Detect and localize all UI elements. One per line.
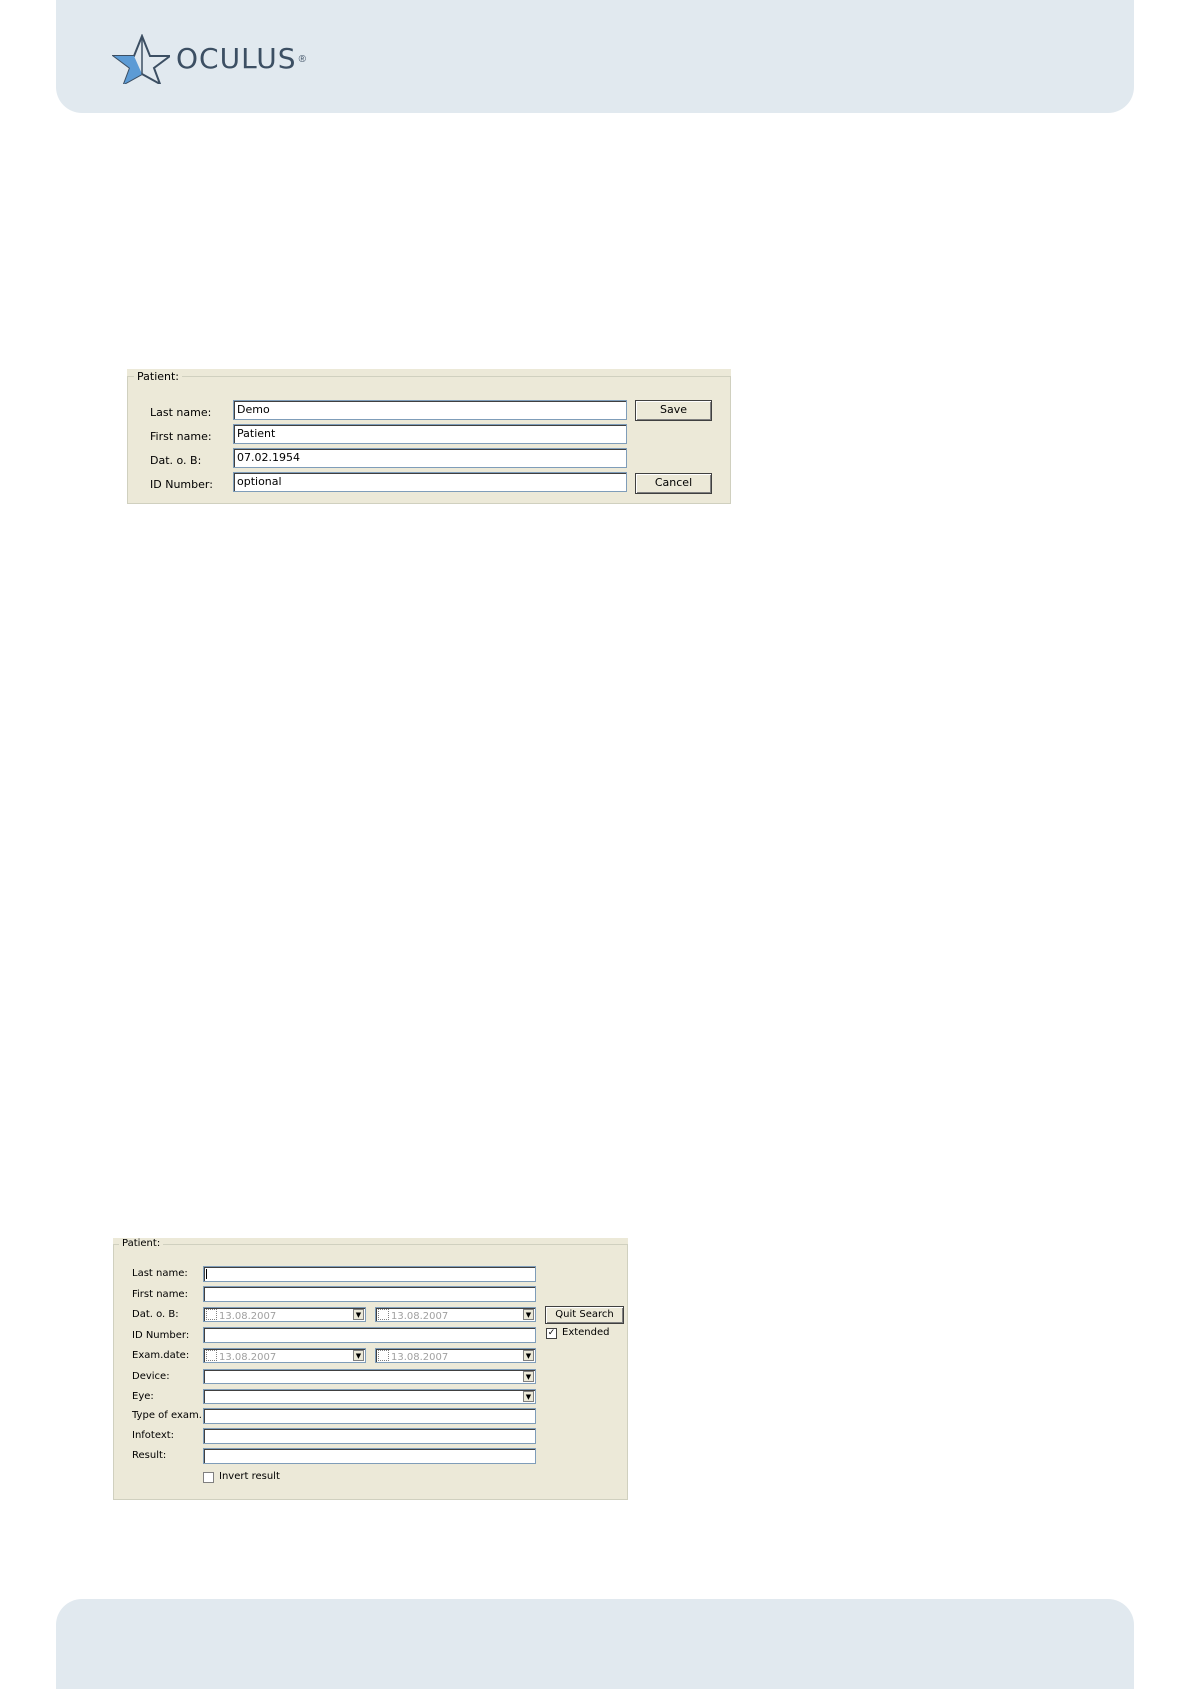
exam-date-from-picker[interactable]: 13.08.2007 ▼ bbox=[203, 1348, 366, 1363]
dob-from-checkbox[interactable] bbox=[206, 1309, 217, 1320]
chevron-down-icon[interactable]: ▼ bbox=[353, 1309, 364, 1320]
dob-from-value: 13.08.2007 bbox=[219, 1311, 277, 1322]
text-caret bbox=[206, 1269, 207, 1279]
chevron-down-icon[interactable]: ▼ bbox=[523, 1371, 534, 1382]
dob-label: Dat. o. B: bbox=[132, 1309, 179, 1320]
save-button[interactable]: Save bbox=[635, 400, 712, 421]
id-number-label: ID Number: bbox=[132, 1330, 190, 1341]
infotext-label: Infotext: bbox=[132, 1430, 175, 1441]
result-input[interactable] bbox=[203, 1448, 536, 1464]
dob-to-picker[interactable]: 13.08.2007 ▼ bbox=[375, 1307, 536, 1322]
first-name-label: First name: bbox=[132, 1289, 188, 1300]
first-name-input[interactable] bbox=[203, 1286, 536, 1302]
id-number-input[interactable] bbox=[203, 1327, 536, 1343]
eye-label: Eye: bbox=[132, 1391, 154, 1402]
first-name-label: First name: bbox=[150, 430, 212, 443]
dob-to-checkbox[interactable] bbox=[378, 1309, 389, 1320]
last-name-label: Last name: bbox=[132, 1268, 188, 1279]
dob-to-value: 13.08.2007 bbox=[391, 1311, 449, 1322]
id-number-label: ID Number: bbox=[150, 478, 213, 491]
cancel-button[interactable]: Cancel bbox=[635, 473, 712, 494]
chevron-down-icon[interactable]: ▼ bbox=[523, 1391, 534, 1402]
exam-from-value: 13.08.2007 bbox=[219, 1352, 277, 1363]
device-select[interactable]: ▼ bbox=[203, 1369, 536, 1384]
footer-band bbox=[56, 1599, 1134, 1689]
last-name-input[interactable]: Demo bbox=[233, 400, 627, 420]
chevron-down-icon[interactable]: ▼ bbox=[523, 1309, 534, 1320]
quit-search-button[interactable]: Quit Search bbox=[545, 1306, 624, 1324]
registered-mark: ® bbox=[298, 53, 306, 65]
infotext-input[interactable] bbox=[203, 1428, 536, 1444]
type-of-exam-input[interactable] bbox=[203, 1408, 536, 1424]
result-label: Result: bbox=[132, 1450, 167, 1461]
first-name-input[interactable]: Patient bbox=[233, 424, 627, 444]
extended-checkbox[interactable]: ✓ bbox=[546, 1328, 557, 1339]
exam-to-checkbox[interactable] bbox=[378, 1350, 389, 1361]
extended-label: Extended bbox=[562, 1327, 610, 1338]
id-number-input[interactable]: optional bbox=[233, 472, 627, 492]
device-label: Device: bbox=[132, 1371, 170, 1382]
patient-entry-dialog: Patient: Last name: First name: Dat. o. … bbox=[127, 369, 731, 504]
dob-from-picker[interactable]: 13.08.2007 ▼ bbox=[203, 1307, 366, 1322]
dob-label: Dat. o. B: bbox=[150, 454, 202, 467]
invert-result-checkbox[interactable] bbox=[203, 1472, 214, 1483]
chevron-down-icon[interactable]: ▼ bbox=[523, 1350, 534, 1361]
invert-result-label: Invert result bbox=[219, 1471, 280, 1482]
last-name-label: Last name: bbox=[150, 406, 212, 419]
exam-to-value: 13.08.2007 bbox=[391, 1352, 449, 1363]
exam-date-to-picker[interactable]: 13.08.2007 ▼ bbox=[375, 1348, 536, 1363]
exam-date-label: Exam.date: bbox=[132, 1350, 190, 1361]
exam-from-checkbox[interactable] bbox=[206, 1350, 217, 1361]
chevron-down-icon[interactable]: ▼ bbox=[353, 1350, 364, 1361]
oculus-logo: OCULUS ® bbox=[112, 34, 306, 84]
type-of-exam-label: Type of exam.: bbox=[132, 1410, 206, 1421]
group-title: Patient: bbox=[134, 370, 183, 383]
patient-search-dialog: Patient: Last name: First name: Dat. o. … bbox=[113, 1238, 628, 1500]
search-group-title: Patient: bbox=[119, 1238, 164, 1249]
eye-select[interactable]: ▼ bbox=[203, 1389, 536, 1404]
dob-input[interactable]: 07.02.1954 bbox=[233, 448, 627, 468]
logo-text: OCULUS bbox=[176, 42, 297, 75]
last-name-input[interactable] bbox=[203, 1266, 536, 1282]
oculus-star-icon bbox=[112, 34, 170, 84]
